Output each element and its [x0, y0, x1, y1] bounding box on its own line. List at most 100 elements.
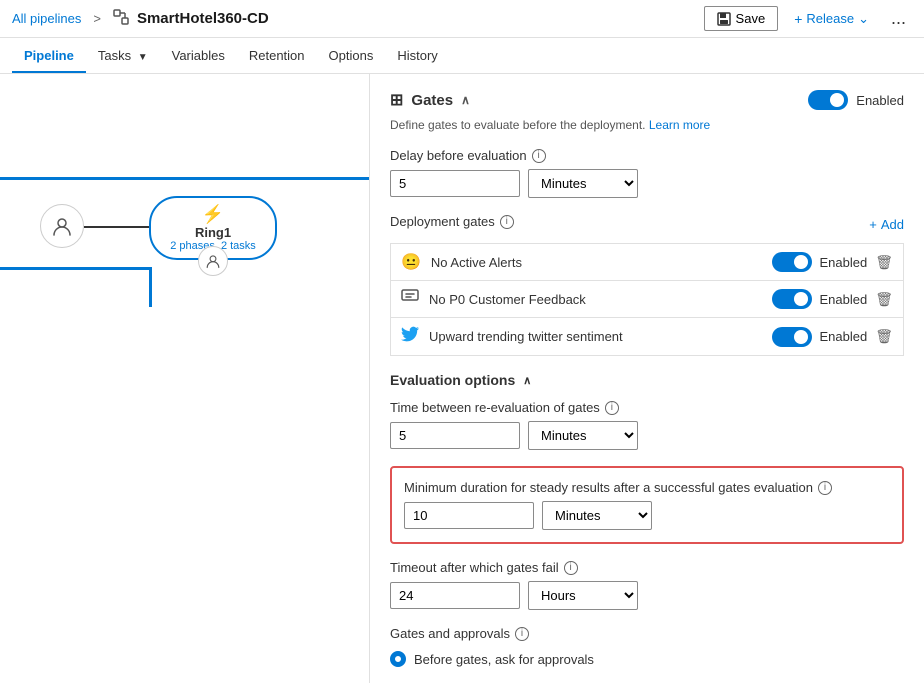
gate-left-2: No P0 Customer Feedback [401, 289, 586, 309]
timeout-info-icon[interactable]: i [564, 561, 578, 575]
min-duration-highlight-box: Minimum duration for steady results afte… [390, 466, 904, 544]
delay-input-row: 5 Minutes Hours Days [390, 169, 904, 198]
breadcrumb-link[interactable]: All pipelines [12, 11, 81, 26]
header-left: All pipelines > SmartHotel360-CD [12, 9, 269, 28]
tab-pipeline[interactable]: Pipeline [12, 40, 86, 73]
gates-approvals-section: Gates and approvals i Before gates, ask … [390, 626, 904, 667]
header: All pipelines > SmartHotel360-CD Save + … [0, 0, 924, 38]
pipeline-canvas: ⚡ Ring1 2 phases, 2 tasks [0, 74, 370, 683]
approver-node [40, 204, 84, 248]
stage-node[interactable]: ⚡ Ring1 2 phases, 2 tasks [149, 196, 277, 260]
gate-enabled-label-3: Enabled [820, 329, 868, 344]
learn-more-link[interactable]: Learn more [649, 118, 710, 132]
stage-person-node [198, 246, 228, 276]
save-icon [717, 12, 731, 26]
gates-enabled-label: Enabled [856, 93, 904, 108]
gate-enabled-label-2: Enabled [820, 292, 868, 307]
gate-icon-3 [401, 326, 419, 347]
pipeline-title: SmartHotel360-CD [137, 10, 269, 27]
re-eval-info-icon[interactable]: i [605, 401, 619, 415]
gate-right-1: Enabled 🗑 [772, 252, 894, 272]
gate-name-1: No Active Alerts [431, 255, 522, 270]
person-icon [51, 215, 73, 237]
breadcrumb-separator: > [93, 11, 101, 26]
gates-panel: ⊞ Gates ∧ Enabled Define gates to evalua… [370, 74, 924, 683]
gate-right-2: Enabled 🗑 [772, 289, 894, 309]
gate-left-1: 😐 No Active Alerts [401, 252, 522, 272]
tab-variables[interactable]: Variables [160, 40, 237, 73]
gate-enabled-label-1: Enabled [820, 255, 868, 270]
deployment-gates-info-icon[interactable]: i [500, 215, 514, 229]
radio-before-gates[interactable]: Before gates, ask for approvals [390, 651, 904, 667]
tasks-chevron-icon: ▼ [138, 52, 148, 63]
tab-tasks[interactable]: Tasks ▼ [86, 40, 160, 73]
stage-node-icon: ⚡ [202, 204, 224, 225]
chevron-down-icon: ⌄ [858, 11, 869, 27]
gate-item-twitter-sentiment: Upward trending twitter sentiment Enable… [390, 317, 904, 356]
main: ⚡ Ring1 2 phases, 2 tasks [0, 74, 924, 683]
blue-bar-left [0, 267, 149, 270]
tab-tasks-label: Tasks [98, 48, 131, 63]
gates-header: ⊞ Gates ∧ Enabled [390, 90, 904, 110]
delay-label: Delay before evaluation i [390, 148, 904, 163]
nav-tabs: Pipeline Tasks ▼ Variables Retention Opt… [0, 38, 924, 74]
min-duration-unit-select[interactable]: Minutes Hours [542, 501, 652, 530]
pipeline-icon [113, 9, 129, 28]
radio-before-gates-label: Before gates, ask for approvals [414, 652, 594, 667]
eval-chevron-up-icon: ∧ [523, 374, 531, 387]
gate-toggle-3[interactable] [772, 327, 812, 347]
radio-circle-icon [390, 651, 406, 667]
deployment-gates-header: Deployment gates i + Add [390, 214, 904, 235]
gate-delete-1[interactable]: 🗑 [875, 254, 893, 271]
delay-value-input[interactable]: 5 [390, 170, 520, 197]
toggle-group: Enabled [808, 90, 904, 110]
tab-options[interactable]: Options [317, 40, 386, 73]
timeout-value-input[interactable] [390, 582, 520, 609]
min-duration-input-row: Minutes Hours [404, 501, 890, 530]
re-eval-value-input[interactable] [390, 422, 520, 449]
gates-chevron-up-icon: ∧ [461, 93, 470, 107]
blue-bar-vert [149, 267, 152, 307]
gates-icon: ⊞ [390, 90, 403, 110]
gates-title: ⊞ Gates ∧ [390, 90, 470, 110]
gates-approvals-info-icon[interactable]: i [515, 627, 529, 641]
save-button[interactable]: Save [704, 6, 779, 31]
delay-info-icon[interactable]: i [532, 149, 546, 163]
deployment-gates-section: Deployment gates i + Add 😐 No Active Ale… [390, 214, 904, 356]
gate-icon-2 [401, 289, 419, 309]
gate-emoji-1: 😐 [401, 252, 421, 272]
stage-person-icon [205, 253, 221, 269]
gate-left-3: Upward trending twitter sentiment [401, 326, 623, 347]
gate-item-no-p0-feedback: No P0 Customer Feedback Enabled 🗑 [390, 280, 904, 317]
gate-name-2: No P0 Customer Feedback [429, 292, 586, 307]
gates-toggle[interactable] [808, 90, 848, 110]
connector-line [84, 226, 149, 228]
gate-right-3: Enabled 🗑 [772, 327, 894, 347]
add-gate-button[interactable]: + Add [869, 217, 904, 232]
re-eval-unit-select[interactable]: Minutes Hours [528, 421, 638, 450]
release-button[interactable]: + Release ⌄ [786, 7, 877, 31]
gate-toggle-1[interactable] [772, 252, 812, 272]
stage-node-name: Ring1 [195, 225, 231, 240]
gate-delete-2[interactable]: 🗑 [875, 291, 893, 308]
min-duration-info-icon[interactable]: i [818, 481, 832, 495]
re-eval-input-row: Minutes Hours [390, 421, 904, 450]
tab-history[interactable]: History [385, 40, 449, 73]
evaluation-options-header: Evaluation options ∧ [390, 372, 904, 388]
more-options-button[interactable]: ... [885, 6, 912, 31]
timeout-label: Timeout after which gates fail i [390, 560, 904, 575]
gate-toggle-2[interactable] [772, 289, 812, 309]
deployment-gates-label: Deployment gates i [390, 214, 514, 229]
gate-name-3: Upward trending twitter sentiment [429, 329, 623, 344]
min-duration-value-input[interactable] [404, 502, 534, 529]
timeout-input-row: Hours Minutes Days [390, 581, 904, 610]
delay-unit-select[interactable]: Minutes Hours Days [528, 169, 638, 198]
timeout-unit-select[interactable]: Hours Minutes Days [528, 581, 638, 610]
re-eval-label: Time between re-evaluation of gates i [390, 400, 904, 415]
canvas-area: ⚡ Ring1 2 phases, 2 tasks [0, 74, 369, 683]
min-duration-label: Minimum duration for steady results afte… [404, 480, 890, 495]
tab-retention[interactable]: Retention [237, 40, 317, 73]
timeout-section: Timeout after which gates fail i Hours M… [390, 560, 904, 610]
header-right: Save + Release ⌄ ... [704, 6, 912, 31]
gate-delete-3[interactable]: 🗑 [875, 328, 893, 345]
